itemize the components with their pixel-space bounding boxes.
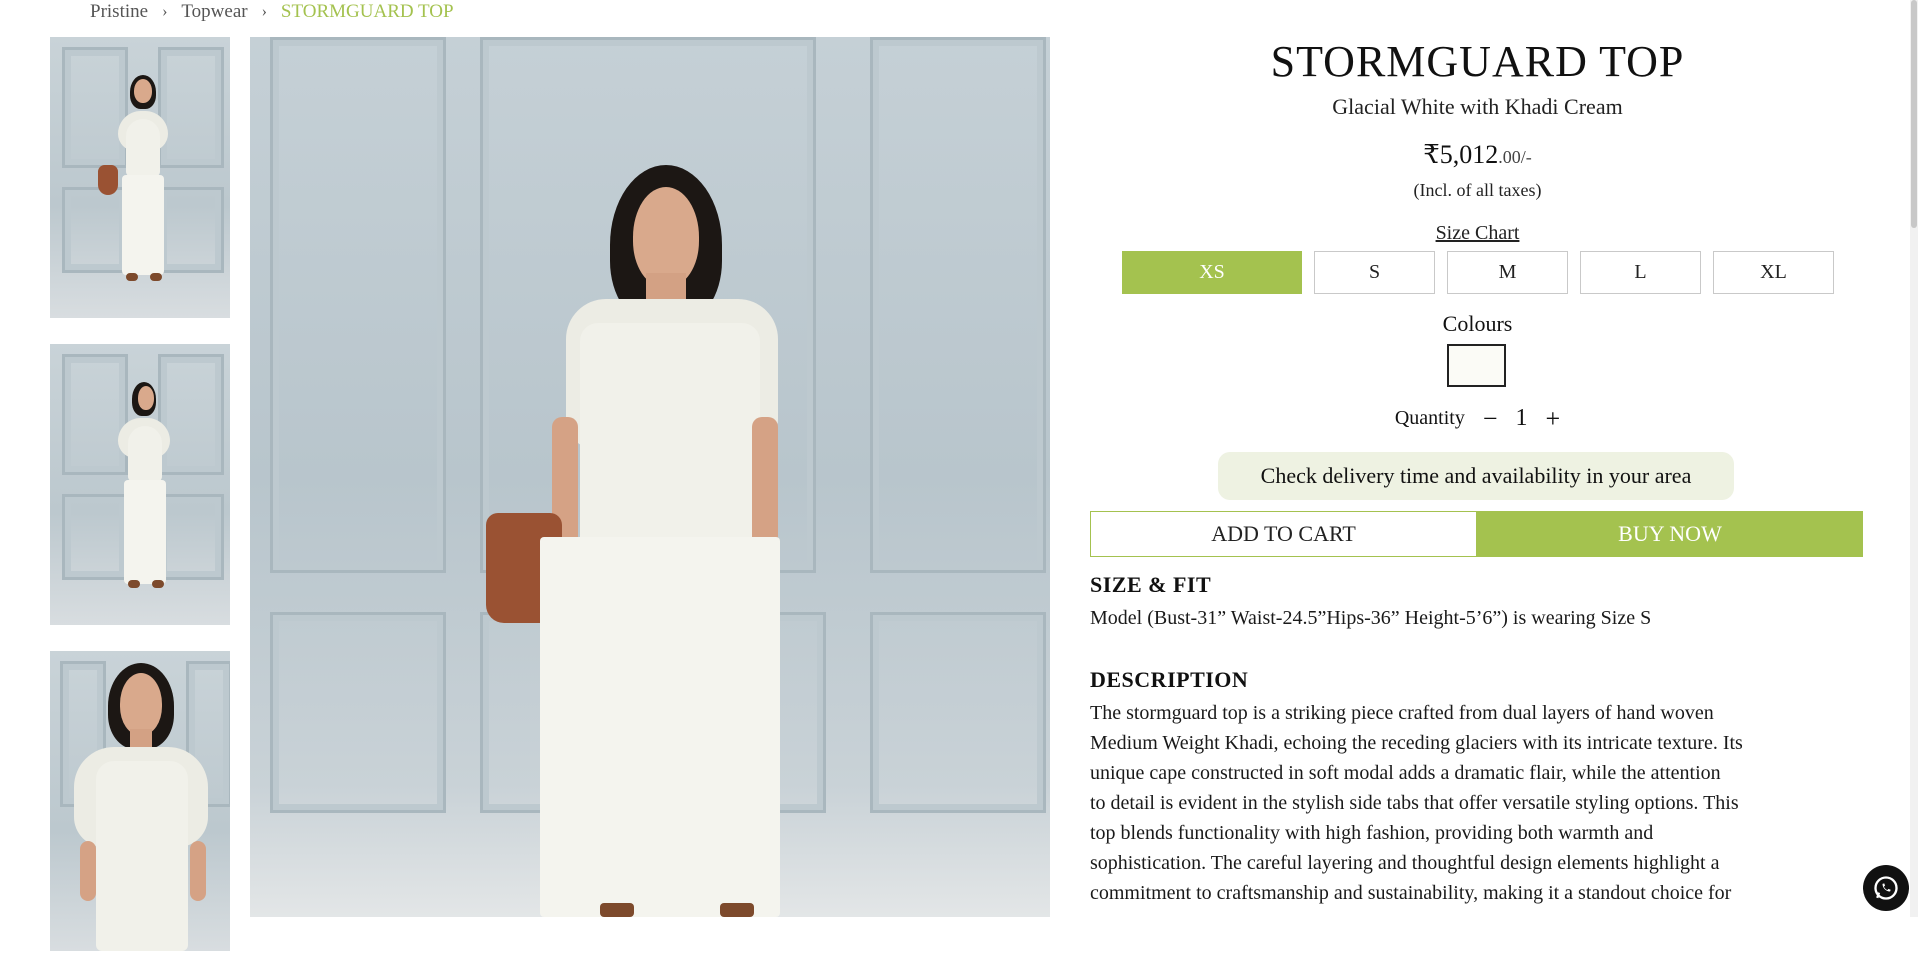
decrement-button[interactable]: − xyxy=(1483,405,1498,432)
quantity-stepper: Quantity − 1 + xyxy=(1090,405,1865,432)
chevron-right-icon: › xyxy=(261,3,267,20)
size-fit-heading: SIZE & FIT xyxy=(1090,572,1212,597)
whatsapp-glyph xyxy=(1874,876,1898,900)
product-title: STORMGUARD TOP xyxy=(1270,37,1685,86)
thumbnail-2[interactable] xyxy=(50,344,230,625)
size-option-s[interactable]: S xyxy=(1314,251,1435,294)
page-scrollbar[interactable] xyxy=(1910,0,1918,917)
size-option-l[interactable]: L xyxy=(1580,251,1701,294)
whatsapp-icon[interactable] xyxy=(1863,865,1909,911)
price-decimal: .00/- xyxy=(1498,147,1532,167)
size-option-m[interactable]: M xyxy=(1447,251,1568,294)
size-fit-text: Model (Bust-31” Waist-24.5”Hips-36” Heig… xyxy=(1090,607,1652,629)
description-line: to detail is evident in the stylish side… xyxy=(1090,792,1739,814)
size-option-xs[interactable]: XS xyxy=(1122,251,1302,294)
breadcrumb: Pristine › Topwear › STORMGUARD TOP xyxy=(90,0,454,24)
breadcrumb-pristine[interactable]: Pristine xyxy=(90,1,148,23)
breadcrumb-current: STORMGUARD TOP xyxy=(280,1,454,22)
main-product-image[interactable] xyxy=(250,37,1050,917)
colours-label: Colours xyxy=(1442,311,1513,336)
scrollbar-thumb[interactable] xyxy=(1911,0,1917,228)
quantity-value[interactable]: 1 xyxy=(1516,405,1528,432)
check-delivery-button[interactable]: Check delivery time and availability in … xyxy=(1218,452,1734,500)
quantity-label: Quantity xyxy=(1394,407,1465,429)
price-main: ₹5,012 xyxy=(1423,140,1499,169)
size-chart-row: Size Chart xyxy=(1090,222,1865,245)
description-line: sophistication. The careful layering and… xyxy=(1090,852,1720,874)
product-subtitle: Glacial White with Khadi Cream xyxy=(1332,94,1623,119)
tax-note: (Incl. of all taxes) xyxy=(1413,180,1542,200)
size-selector: XS S M L XL xyxy=(1122,251,1834,294)
size-option-xl[interactable]: XL xyxy=(1713,251,1834,294)
size-chart-link[interactable]: Size Chart xyxy=(1436,222,1520,244)
description-line: commitment to craftsmanship and sustaina… xyxy=(1090,882,1732,904)
description-line: Medium Weight Khadi, echoing the recedin… xyxy=(1090,732,1743,754)
purchase-actions: ADD TO CART BUY NOW xyxy=(1090,511,1863,557)
add-to-cart-button[interactable]: ADD TO CART xyxy=(1090,511,1477,557)
product-price: ₹5,012.00/- xyxy=(1090,140,1865,170)
description-line: The stormguard top is a striking piece c… xyxy=(1090,702,1714,724)
thumbnail-list xyxy=(50,37,230,977)
breadcrumb-topwear[interactable]: Topwear xyxy=(181,1,247,23)
increment-button[interactable]: + xyxy=(1546,405,1561,432)
description-heading: DESCRIPTION xyxy=(1090,667,1249,692)
description-line: unique cape constructed in soft modal ad… xyxy=(1090,762,1721,784)
thumbnail-3[interactable] xyxy=(50,651,230,951)
buy-now-button[interactable]: BUY NOW xyxy=(1477,511,1863,557)
colour-swatch[interactable] xyxy=(1447,344,1506,387)
description-line: top blends functionality with high fashi… xyxy=(1090,822,1654,844)
chevron-right-icon: › xyxy=(162,3,168,20)
description-text: The stormguard top is a striking piece c… xyxy=(1090,698,1743,908)
thumbnail-1[interactable] xyxy=(50,37,230,318)
